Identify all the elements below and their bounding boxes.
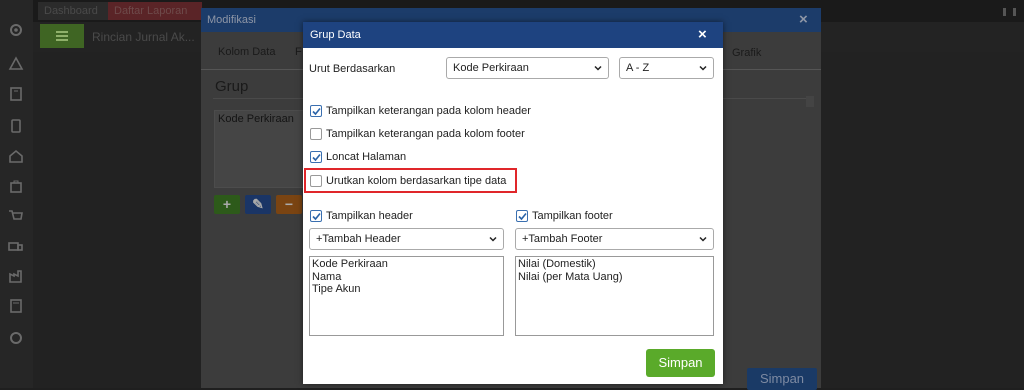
home-icon[interactable] <box>8 148 24 164</box>
tab-kolom-data[interactable]: Kolom Data <box>218 46 275 58</box>
close-icon[interactable]: × <box>698 26 707 43</box>
sort-order-select[interactable]: A - Z <box>619 57 714 79</box>
menu-button[interactable] <box>40 24 84 48</box>
check-icon <box>312 212 321 221</box>
list-item[interactable]: Kode Perkiraan <box>218 113 294 125</box>
people-icon[interactable] <box>8 55 24 71</box>
dialog-header <box>303 22 723 48</box>
scroll-button[interactable] <box>806 96 814 107</box>
modifikasi-title: Modifikasi <box>207 14 256 26</box>
sort-order-value: A - Z <box>626 62 650 74</box>
list-item[interactable]: Tipe Akun <box>312 283 501 296</box>
sort-field-select[interactable]: Kode Perkiraan <box>446 57 609 79</box>
group-list[interactable]: Kode Perkiraan <box>214 110 308 188</box>
checkbox-header-info[interactable] <box>310 105 322 117</box>
building-icon[interactable] <box>8 86 24 102</box>
menu-icon <box>56 31 68 33</box>
option-label: Tampilkan keterangan pada kolom footer <box>326 128 525 140</box>
chevron-down-icon <box>489 236 497 242</box>
edit-button[interactable]: ✎ <box>245 195 271 214</box>
check-icon <box>312 107 321 116</box>
footer-items-list[interactable]: Nilai (Domestik) Nilai (per Mata Uang) <box>515 256 714 336</box>
save-button[interactable]: Simpan <box>747 368 817 390</box>
show-footer-label: Tampilkan footer <box>532 210 613 222</box>
truck-icon[interactable] <box>8 238 24 254</box>
dialog-title: Grup Data <box>310 29 361 41</box>
list-item[interactable]: Kode Perkiraan <box>312 258 501 271</box>
settings-cog-icon[interactable] <box>8 330 24 346</box>
close-icon[interactable]: × <box>799 11 808 28</box>
add-button[interactable]: + <box>214 195 240 214</box>
check-icon <box>518 212 527 221</box>
add-footer-select[interactable]: +Tambah Footer <box>515 228 714 250</box>
remove-button[interactable]: − <box>276 195 302 214</box>
save-button[interactable]: Simpan <box>646 349 715 377</box>
chevron-down-icon <box>594 65 602 71</box>
cart-icon[interactable] <box>8 208 24 224</box>
tab-f[interactable]: F <box>295 46 302 58</box>
tab-grafik[interactable]: Grafik <box>732 47 761 59</box>
tab-dashboard[interactable]: Dashboard <box>38 2 114 20</box>
highlight-box <box>304 168 517 193</box>
factory-icon[interactable] <box>8 268 24 284</box>
app-sidebar <box>0 0 33 388</box>
add-header-value: +Tambah Header <box>316 233 401 245</box>
bag-icon[interactable] <box>8 178 24 194</box>
window-control[interactable] <box>1003 8 1006 16</box>
header-items-list[interactable]: Kode Perkiraan Nama Tipe Akun <box>309 256 504 336</box>
chevron-down-icon <box>699 236 707 242</box>
add-header-select[interactable]: +Tambah Header <box>309 228 504 250</box>
option-label: Tampilkan keterangan pada kolom header <box>326 105 531 117</box>
check-icon <box>312 153 321 162</box>
add-footer-value: +Tambah Footer <box>522 233 603 245</box>
show-header-label: Tampilkan header <box>326 210 413 222</box>
list-item[interactable]: Nilai (Domestik) <box>518 258 711 271</box>
chevron-down-icon <box>699 65 707 71</box>
checkbox-footer-info[interactable] <box>310 128 322 140</box>
tab-daftar-laporan[interactable]: Daftar Laporan <box>108 2 202 20</box>
window-control[interactable] <box>1013 8 1016 16</box>
option-label: Loncat Halaman <box>326 151 407 163</box>
sort-label: Urut Berdasarkan <box>309 63 396 75</box>
checkbox-page-break[interactable] <box>310 151 322 163</box>
tablet-icon[interactable] <box>8 118 24 134</box>
section-title: Grup <box>215 78 249 95</box>
checkbox-show-footer[interactable] <box>516 210 528 222</box>
gear-icon[interactable] <box>8 22 24 38</box>
page-title: Rincian Jurnal Ak... <box>92 30 195 44</box>
sort-field-value: Kode Perkiraan <box>453 62 529 74</box>
calculator-icon[interactable] <box>8 298 24 314</box>
checkbox-show-header[interactable] <box>310 210 322 222</box>
list-item[interactable]: Nilai (per Mata Uang) <box>518 271 711 284</box>
list-item[interactable]: Nama <box>312 271 501 284</box>
